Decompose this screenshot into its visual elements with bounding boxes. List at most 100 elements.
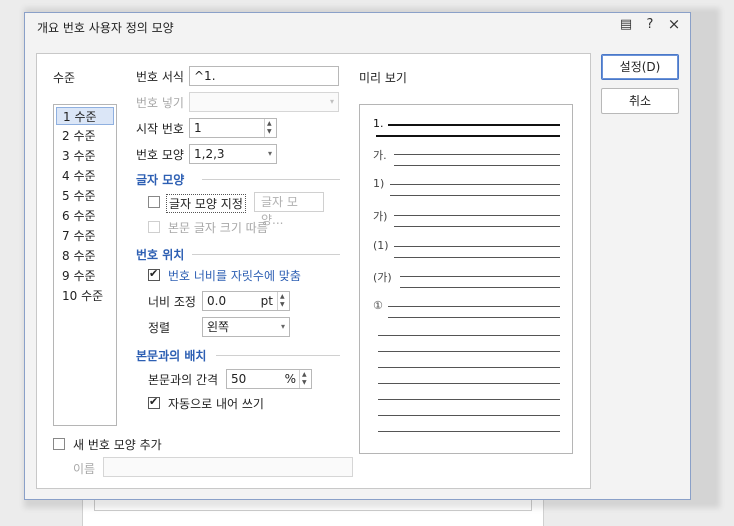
preview-label-5: (1): [373, 239, 389, 252]
follow-size-label: 본문 글자 크기 따름: [168, 221, 268, 235]
align-label: 정렬: [148, 321, 171, 335]
preview-line: [376, 135, 560, 137]
number-shape-value: 1,2,3: [194, 147, 225, 161]
preview-line: [388, 306, 560, 307]
char-shape-specify-label[interactable]: 글자 모양 지정: [166, 194, 246, 213]
body-gap-stepper[interactable]: ▲ ▼: [299, 370, 311, 388]
level-item-10[interactable]: 10 수준: [56, 287, 114, 305]
new-shape-checkbox[interactable]: [53, 438, 65, 450]
level-item-8[interactable]: 8 수준: [56, 247, 114, 265]
preview-line: [394, 215, 560, 216]
body-gap-unit: %: [284, 372, 296, 386]
dialog-title: 개요 번호 사용자 정의 모양: [37, 21, 174, 35]
main-panel: 수준 1 수준 2 수준 3 수준 4 수준 5 수준 6 수준 7 수준 8 …: [36, 53, 591, 489]
width-adjust-label: 너비 조정: [148, 295, 196, 309]
body-layout-header: 본문과의 배치: [136, 349, 207, 363]
body-gap-label: 본문과의 간격: [148, 373, 219, 387]
chevron-down-icon: ▾: [280, 322, 285, 331]
align-value: 왼쪽: [207, 320, 230, 334]
auto-indent-checkbox[interactable]: [148, 395, 160, 409]
preview-label-4: 가): [373, 210, 388, 223]
level-item-7[interactable]: 7 수준: [56, 227, 114, 245]
char-shape-header: 글자 모양: [136, 173, 185, 187]
levels-list[interactable]: 1 수준 2 수준 3 수준 4 수준 5 수준 6 수준 7 수준 8 수준 …: [53, 104, 117, 426]
preview-pane: 1. 가. 1) 가) (1) (가) ①: [359, 104, 573, 454]
preview-line: [378, 335, 560, 336]
fit-width-checkbox[interactable]: [148, 267, 160, 281]
preview-line: [388, 124, 560, 126]
help-icon[interactable]: ?: [641, 17, 659, 32]
width-adjust-value: 0.0: [207, 294, 227, 308]
stepper-down-icon[interactable]: ▼: [280, 302, 285, 308]
chevron-down-icon: ▾: [329, 97, 334, 106]
preview-line: [390, 195, 560, 196]
preview-line: [378, 431, 560, 432]
level-item-3[interactable]: 3 수준: [56, 147, 114, 165]
level-item-6[interactable]: 6 수준: [56, 207, 114, 225]
level-item-4[interactable]: 4 수준: [56, 167, 114, 185]
start-number-label: 시작 번호: [136, 122, 184, 136]
preview-line: [388, 317, 560, 318]
preview-line: [394, 165, 560, 166]
insert-number-label: 번호 넣기: [136, 96, 184, 110]
chevron-down-icon: ▾: [267, 149, 272, 158]
format-input[interactable]: ^1.: [189, 66, 339, 86]
title-bar: 개요 번호 사용자 정의 모양 ▤ ? ×: [25, 13, 690, 41]
width-adjust-input[interactable]: 0.0 pt ▲ ▼: [202, 291, 290, 311]
format-label: 번호 서식: [136, 70, 184, 84]
insert-number-dropdown: ▾: [189, 92, 339, 112]
stepper-up-icon[interactable]: ▲: [302, 372, 307, 378]
cancel-button[interactable]: 취소: [601, 88, 679, 114]
preview-line: [390, 184, 560, 185]
fit-width-label[interactable]: 번호 너비를 자릿수에 맞춤: [168, 267, 301, 284]
divider: [192, 254, 340, 255]
follow-size-checkbox: [148, 221, 160, 233]
number-shape-label: 번호 모양: [136, 148, 184, 162]
number-shape-dropdown[interactable]: 1,2,3 ▾: [189, 144, 277, 164]
preview-line: [394, 226, 560, 227]
close-icon[interactable]: ×: [665, 15, 683, 33]
position-header: 번호 위치: [136, 248, 185, 262]
stepper-up-icon[interactable]: ▲: [267, 121, 272, 127]
preview-line: [378, 399, 560, 400]
body-gap-input[interactable]: 50 % ▲ ▼: [226, 369, 312, 389]
name-label: 이름: [73, 462, 96, 476]
char-shape-button: 글자 모양...: [254, 192, 324, 227]
preview-line: [378, 351, 560, 352]
new-shape-label[interactable]: 새 번호 모양 추가: [73, 436, 162, 453]
preview-line: [378, 367, 560, 368]
preview-line: [378, 383, 560, 384]
comment-icon[interactable]: ▤: [617, 17, 635, 32]
set-button[interactable]: 설정(D): [601, 54, 679, 80]
level-item-2[interactable]: 2 수준: [56, 127, 114, 145]
preview-line: [394, 257, 560, 258]
preview-label-2: 가.: [373, 149, 387, 162]
preview-label-1: 1.: [373, 117, 384, 130]
preview-line: [378, 415, 560, 416]
preview-label-3: 1): [373, 177, 385, 190]
stepper-down-icon[interactable]: ▼: [267, 129, 272, 135]
auto-indent-label[interactable]: 자동으로 내어 쓰기: [168, 395, 264, 412]
preview-line: [394, 246, 560, 247]
char-shape-checkbox[interactable]: [148, 196, 160, 208]
width-adjust-stepper[interactable]: ▲ ▼: [277, 292, 289, 310]
align-dropdown[interactable]: 왼쪽 ▾: [202, 317, 290, 337]
stepper-down-icon[interactable]: ▼: [302, 380, 307, 386]
level-item-5[interactable]: 5 수준: [56, 187, 114, 205]
start-number-stepper[interactable]: ▲ ▼: [264, 119, 276, 137]
level-item-1[interactable]: 1 수준: [56, 107, 114, 125]
outline-numbering-dialog: 개요 번호 사용자 정의 모양 ▤ ? × 설정(D) 취소 수준 1 수준 2…: [24, 12, 691, 500]
levels-header: 수준: [53, 71, 76, 85]
width-unit: pt: [260, 294, 273, 308]
preview-label-6: (가): [373, 271, 392, 284]
preview-line: [394, 154, 560, 155]
preview-header: 미리 보기: [359, 71, 407, 85]
preview-line: [400, 287, 560, 288]
divider: [202, 179, 340, 180]
start-number-value: 1: [194, 121, 202, 135]
start-number-input[interactable]: 1 ▲ ▼: [189, 118, 277, 138]
stepper-up-icon[interactable]: ▲: [280, 294, 285, 300]
body-gap-value: 50: [231, 372, 247, 386]
level-item-9[interactable]: 9 수준: [56, 267, 114, 285]
name-input: [103, 457, 353, 477]
